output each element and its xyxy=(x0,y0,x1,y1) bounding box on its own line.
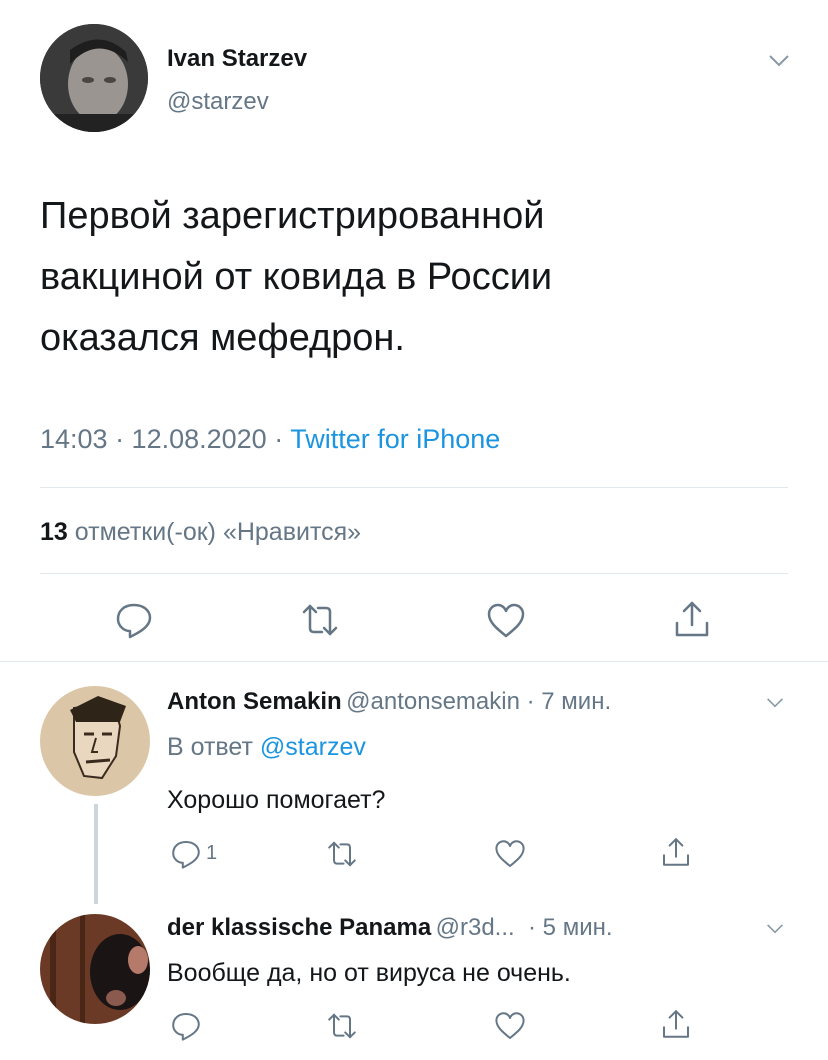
retweet-icon[interactable] xyxy=(300,600,340,640)
reply-to-handle[interactable]: @starzev xyxy=(260,733,366,761)
reply-header: Anton Semakin @antonsemakin · 7 мин. xyxy=(167,688,611,716)
heart-icon[interactable] xyxy=(486,601,526,641)
chevron-down-icon[interactable] xyxy=(766,922,784,934)
reply-author-name[interactable]: der klassische Panama xyxy=(167,914,431,941)
divider xyxy=(40,573,788,574)
divider xyxy=(0,661,828,662)
retweet-icon[interactable] xyxy=(326,838,358,870)
likes-summary[interactable]: 13 отметки(-ок) «Нравится» xyxy=(40,518,361,547)
author-avatar[interactable] xyxy=(40,24,148,132)
retweet-icon[interactable] xyxy=(326,1010,358,1042)
tweet-text-line: оказался мефедрон. xyxy=(40,317,405,359)
tweet-meta: 14:03 · 12.08.2020 · Twitter for iPhone xyxy=(40,424,500,455)
reply-icon[interactable] xyxy=(114,600,154,640)
reply-author-name[interactable]: Anton Semakin xyxy=(167,688,342,715)
reply-handle-time[interactable]: @r3d... · 5 мин. xyxy=(436,914,613,941)
reply-header: der klassische Panama @r3d... · 5 мин. xyxy=(167,914,613,942)
tweet-text-line: вакциной от ковида в России xyxy=(40,256,553,298)
share-icon[interactable] xyxy=(660,836,692,868)
reply-avatar[interactable] xyxy=(40,914,150,1024)
reply-handle-time[interactable]: @antonsemakin · 7 мин. xyxy=(346,688,611,715)
reply-icon[interactable] xyxy=(170,838,202,870)
likes-count: 13 xyxy=(40,518,68,546)
reply-icon[interactable] xyxy=(170,1010,202,1042)
share-icon[interactable] xyxy=(660,1008,692,1040)
reply-text: Вообще да, но от вируса не очень. xyxy=(167,959,571,987)
thread-line xyxy=(94,804,98,904)
author-name[interactable]: Ivan Starzev xyxy=(167,45,307,73)
tweet-text-line: Первой зарегистрированной xyxy=(40,195,545,237)
reply-to: В ответ @starzev xyxy=(167,733,366,762)
reply-text: Хорошо помогает? xyxy=(167,786,386,814)
reply-count: 1 xyxy=(206,842,218,864)
reply-avatar[interactable] xyxy=(40,686,150,796)
heart-icon[interactable] xyxy=(494,1010,526,1042)
heart-icon[interactable] xyxy=(494,838,526,870)
chevron-down-icon[interactable] xyxy=(768,54,790,68)
reply-to-label: В ответ xyxy=(167,733,253,761)
divider xyxy=(40,487,788,488)
tweet-source-link[interactable]: Twitter for iPhone xyxy=(290,424,500,454)
likes-label: отметки(-ок) «Нравится» xyxy=(74,518,362,546)
tweet-text: Первой зарегистрированной вакциной от ко… xyxy=(40,186,780,369)
author-handle[interactable]: @starzev xyxy=(167,88,269,116)
share-icon[interactable] xyxy=(672,599,712,639)
tweet-timestamp[interactable]: 14:03 · 12.08.2020 · xyxy=(40,424,283,454)
chevron-down-icon[interactable] xyxy=(766,696,784,708)
